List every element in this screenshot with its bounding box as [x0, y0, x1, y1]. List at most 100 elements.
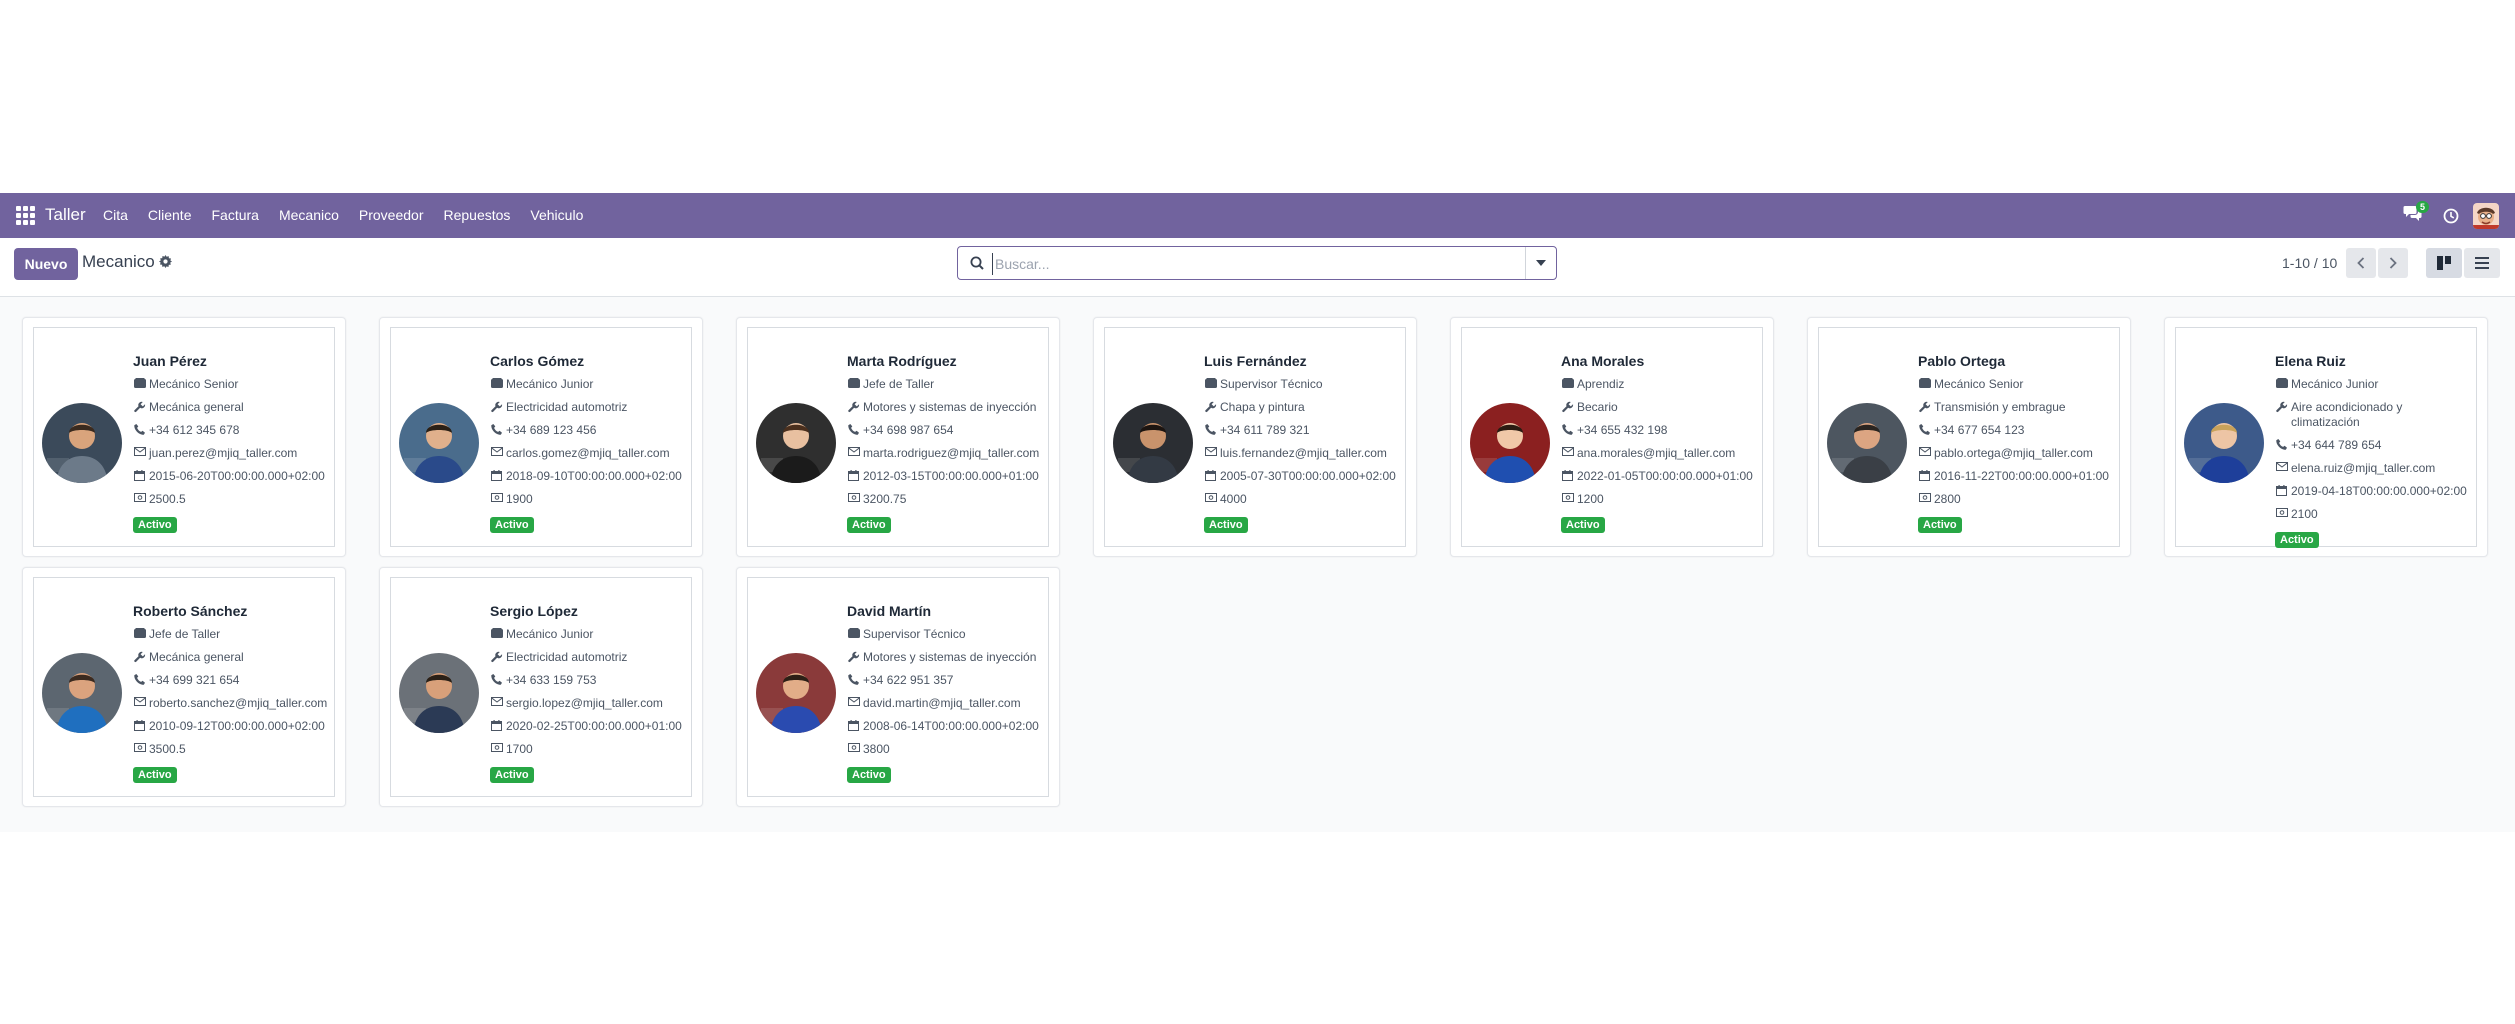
- search-options-toggle[interactable]: [1525, 247, 1556, 279]
- mechanic-role: Jefe de Taller: [863, 377, 935, 391]
- mechanic-role: Mecánico Junior: [506, 377, 594, 391]
- mechanic-card[interactable]: Juan Pérez Mecánico Senior Mecánica gene…: [22, 317, 346, 557]
- mechanic-card[interactable]: Pablo Ortega Mecánico Senior Transmisión…: [1807, 317, 2131, 557]
- kanban-view-button[interactable]: [2426, 248, 2462, 278]
- mechanic-photo: [2184, 403, 2264, 483]
- id-card-icon: [1561, 378, 1574, 388]
- wrench-icon: [133, 651, 145, 663]
- mechanic-card[interactable]: Roberto Sánchez Jefe de Taller Mecánica …: [22, 567, 346, 807]
- mechanic-photo: [756, 403, 836, 483]
- messages-button[interactable]: 5: [2403, 201, 2430, 228]
- mechanic-card[interactable]: Ana Morales Aprendiz Becario +34 655 432…: [1450, 317, 1774, 557]
- mechanic-card[interactable]: Sergio López Mecánico Junior Electricida…: [379, 567, 703, 807]
- status-badge: Activo: [490, 767, 534, 783]
- money-icon: [1204, 493, 1217, 502]
- calendar-icon: [848, 470, 859, 481]
- menu-item-vehiculo[interactable]: Vehiculo: [530, 207, 583, 223]
- clock-icon[interactable]: [2443, 208, 2459, 224]
- mechanic-name: Roberto Sánchez: [133, 603, 248, 619]
- mechanic-phone: +34 644 789 654: [2291, 438, 2382, 452]
- mechanic-phone: +34 612 345 678: [149, 423, 240, 437]
- mechanic-card[interactable]: Carlos Gómez Mecánico Junior Electricida…: [379, 317, 703, 557]
- money-icon: [133, 493, 146, 502]
- phone-icon: [1205, 424, 1216, 435]
- app-brand[interactable]: Taller: [45, 205, 86, 225]
- mechanic-specialty: Mecánica general: [149, 650, 244, 664]
- mechanic-specialty: Aire acondicionado y climatización: [2291, 400, 2403, 429]
- mechanic-phone: +34 698 987 654: [863, 423, 954, 437]
- mechanic-email: ana.morales@mjiq_taller.com: [1577, 446, 1736, 460]
- gear-icon[interactable]: [159, 255, 172, 268]
- phone-icon: [491, 424, 502, 435]
- mechanic-email: juan.perez@mjiq_taller.com: [149, 446, 298, 460]
- mechanic-salary: 2100: [2291, 507, 2318, 521]
- chevron-left-icon: [2357, 257, 2365, 269]
- money-icon: [133, 743, 146, 752]
- mechanic-salary: 3500.5: [149, 742, 186, 756]
- mechanic-photo: [399, 653, 479, 733]
- mechanic-specialty: Electricidad automotriz: [506, 400, 628, 414]
- status-badge: Activo: [133, 767, 177, 783]
- mechanic-phone: +34 689 123 456: [506, 423, 597, 437]
- apps-grid-icon[interactable]: [16, 206, 35, 225]
- mechanic-photo: [1827, 403, 1907, 483]
- phone-icon: [491, 674, 502, 685]
- menu-item-mecanico[interactable]: Mecanico: [279, 207, 339, 223]
- wrench-icon: [490, 401, 502, 413]
- calendar-icon: [1562, 470, 1573, 481]
- calendar-icon: [1205, 470, 1216, 481]
- mechanic-email: roberto.sanchez@mjiq_taller.com: [149, 696, 328, 710]
- mechanic-specialty: Motores y sistemas de inyección: [863, 400, 1037, 414]
- mechanic-card[interactable]: David Martín Supervisor Técnico Motores …: [736, 567, 1060, 807]
- mechanic-salary: 2800: [1934, 492, 1961, 506]
- mechanic-card[interactable]: Luis Fernández Supervisor Técnico Chapa …: [1093, 317, 1417, 557]
- mechanic-card[interactable]: Marta Rodríguez Jefe de Taller Motores y…: [736, 317, 1060, 557]
- mechanic-role: Supervisor Técnico: [863, 627, 966, 641]
- mechanic-specialty: Chapa y pintura: [1220, 400, 1305, 414]
- envelope-icon: [490, 697, 503, 706]
- menu-item-proveedor[interactable]: Proveedor: [359, 207, 424, 223]
- pager-previous-button[interactable]: [2346, 248, 2376, 278]
- mechanic-specialty: Mecánica general: [149, 400, 244, 414]
- menu-item-repuestos[interactable]: Repuestos: [443, 207, 510, 223]
- search-input[interactable]: [992, 253, 1477, 275]
- status-badge: Activo: [1918, 517, 1962, 533]
- mechanic-name: Juan Pérez: [133, 353, 207, 369]
- mechanic-salary: 1200: [1577, 492, 1604, 506]
- mechanic-specialty: Electricidad automotriz: [506, 650, 628, 664]
- mechanic-name: Marta Rodríguez: [847, 353, 957, 369]
- menu-item-factura[interactable]: Factura: [212, 207, 259, 223]
- wrench-icon: [490, 651, 502, 663]
- search-bar: [957, 246, 1557, 280]
- pager-next-button[interactable]: [2378, 248, 2408, 278]
- mechanic-role: Aprendiz: [1577, 377, 1625, 391]
- mechanic-email: carlos.gomez@mjiq_taller.com: [506, 446, 670, 460]
- calendar-icon: [848, 720, 859, 731]
- mechanic-name: David Martín: [847, 603, 932, 619]
- caret-down-icon: [1536, 260, 1546, 266]
- mechanic-name: Carlos Gómez: [490, 353, 585, 369]
- mechanic-date: 2016-11-22T00:00:00.000+01:00: [1934, 469, 2109, 483]
- mechanic-card[interactable]: Elena Ruiz Mecánico Junior Aire acondici…: [2164, 317, 2488, 557]
- wrench-icon: [1204, 401, 1216, 413]
- menu-item-cliente[interactable]: Cliente: [148, 207, 192, 223]
- id-card-icon: [490, 628, 503, 638]
- mechanic-email: sergio.lopez@mjiq_taller.com: [506, 696, 663, 710]
- phone-icon: [134, 424, 145, 435]
- new-button[interactable]: Nuevo: [14, 248, 78, 280]
- mechanic-date: 2008-06-14T00:00:00.000+02:00: [863, 719, 1039, 733]
- mechanic-phone: +34 622 951 357: [863, 673, 954, 687]
- menu-item-cita[interactable]: Cita: [103, 207, 128, 223]
- list-view-button[interactable]: [2464, 248, 2500, 278]
- messages-count-badge: 5: [2416, 201, 2430, 213]
- pager-value[interactable]: 1-10 / 10: [2282, 255, 2337, 271]
- top-navbar: Taller Cita Cliente Factura Mecanico Pro…: [0, 193, 2515, 238]
- status-badge: Activo: [847, 517, 891, 533]
- mechanic-name: Ana Morales: [1561, 353, 1645, 369]
- mechanic-phone: +34 633 159 753: [506, 673, 597, 687]
- mechanic-salary: 3200.75: [863, 492, 907, 506]
- mechanic-photo: [399, 403, 479, 483]
- user-avatar[interactable]: [2473, 203, 2499, 229]
- mechanic-name: Luis Fernández: [1204, 353, 1307, 369]
- mechanic-phone: +34 699 321 654: [149, 673, 240, 687]
